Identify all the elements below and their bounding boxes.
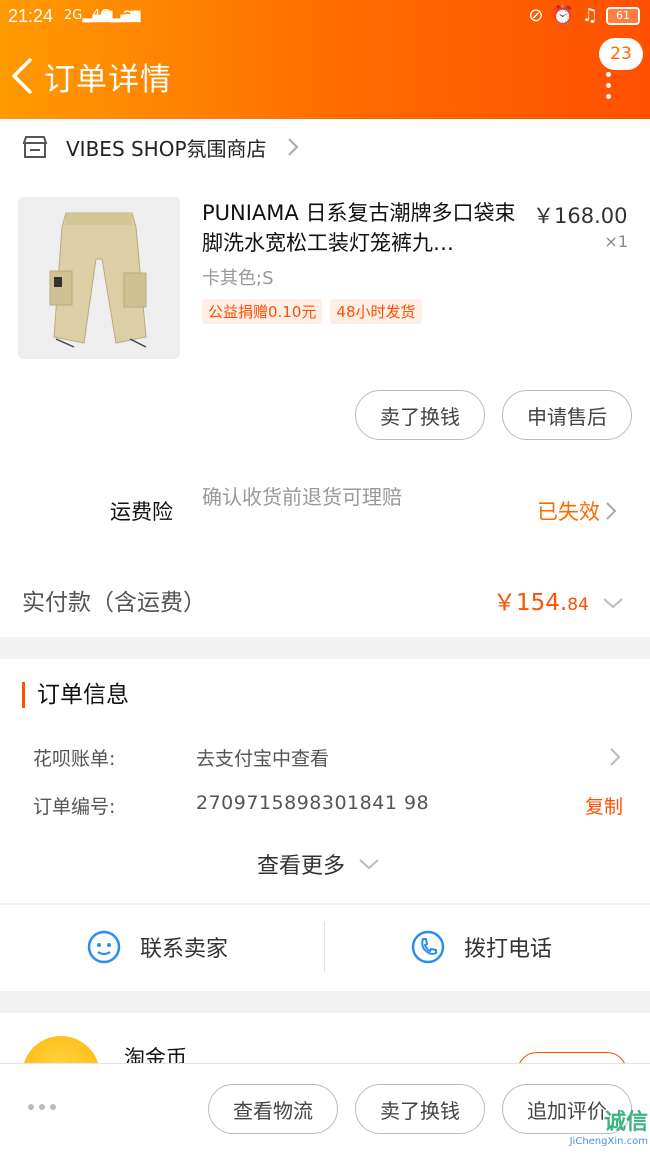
nav-bar: 订单详情 23 [0,38,650,110]
product-sku: 卡其色;S [202,268,274,289]
headphones-icon: ♫ [581,5,598,26]
watermark-sub: JiChengXin.com [569,1136,648,1147]
product-tags: 公益捐赠0.10元 48小时发货 [202,299,422,324]
huabei-label: 花呗账单: [33,748,116,770]
product-quantity: ×1 [604,232,628,251]
more-actions-icon[interactable] [28,1104,56,1110]
resell-button[interactable]: 卖了换钱 [355,390,485,440]
back-button[interactable] [10,50,42,102]
call-phone-button[interactable]: 拨打电话 [410,925,552,969]
pants-image [18,197,180,359]
payment-amount: ￥154. 84 [493,583,625,617]
payment-label: 实付款（含运费） [22,590,206,616]
copy-button[interactable]: 复制 [585,792,623,819]
product-price: ￥168.00 [533,204,628,228]
lock-icon: ⊘ [528,5,544,26]
product-name[interactable]: PUNIAMA 日系复古潮牌多口袋束脚洗水宽松工装灯笼裤九… [202,198,524,258]
view-logistics-button[interactable]: 查看物流 [208,1084,338,1134]
more-menu-icon[interactable] [606,72,612,99]
huabei-value[interactable]: 去支付宝中查看 [196,744,329,771]
contact-seller-label: 联系卖家 [140,937,229,962]
chevron-right-icon [287,138,298,156]
insurance-status-text: 已失效 [537,500,600,524]
see-more-button[interactable]: 查看更多 [257,848,381,880]
order-number-value: 2709715898301841 98 [196,792,430,814]
payment-amount-main: ￥154. [493,590,568,616]
chevron-down-icon [359,859,379,870]
header-bar: 21:24 2G▂▄▆ 4G▂▄▆ ≋ ⊘ ⏰ ♫ 61 订单详情 23 [0,0,650,119]
chevron-right-icon [606,502,617,520]
status-time: 21:24 [8,6,54,26]
insurance-label: 运费险 [110,500,173,524]
chevron-left-icon [12,58,32,94]
alarm-icon: ⏰ [551,5,574,26]
payment-amount-cents: 84 [567,595,589,615]
divider [324,922,325,972]
product-thumbnail[interactable] [18,197,180,359]
shop-icon [22,136,48,158]
phone-icon [411,930,445,964]
insurance-desc: 确认收货前退货可理赔 [202,485,402,509]
tag-donation: 公益捐赠0.10元 [202,299,323,324]
insurance-status[interactable]: 已失效 [537,496,618,526]
battery-icon: 61 [606,6,640,25]
watermark-text: 诚信 [603,1110,648,1135]
status-bar: 21:24 2G▂▄▆ 4G▂▄▆ ≋ ⊘ ⏰ ♫ 61 [0,0,650,34]
page-title: 订单详情 [44,62,172,98]
chevron-right-icon[interactable] [608,746,622,768]
chevron-down-icon[interactable] [601,596,625,610]
tag-shipping: 48小时发货 [330,299,422,324]
after-sales-button[interactable]: 申请售后 [502,390,632,440]
wifi-icon: ≋ [122,5,138,26]
call-phone-label: 拨打电话 [464,937,553,962]
message-badge[interactable]: 23 [599,38,643,70]
shop-link[interactable]: VIBES SHOP氛围商店 [22,134,301,161]
chat-icon [87,930,121,964]
resell-bottom-button[interactable]: 卖了换钱 [355,1084,485,1134]
order-info-title: 订单信息 [22,682,129,708]
order-number-label: 订单编号: [33,796,116,818]
watermark-logo: 诚信 JiChengXin.com [540,1104,648,1152]
shop-name: VIBES SHOP氛围商店 [66,136,267,161]
contact-seller-button[interactable]: 联系卖家 [86,925,228,969]
see-more-label: 查看更多 [257,854,346,879]
